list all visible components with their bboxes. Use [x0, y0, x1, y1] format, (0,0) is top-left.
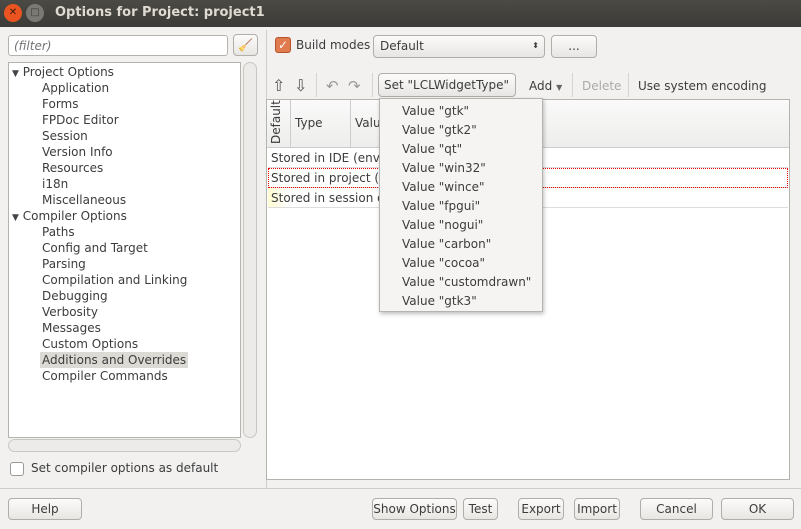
options-tree[interactable]: ▼ Project Options Application Forms FPDoc E…	[8, 62, 241, 438]
tree-item[interactable]: Custom Options	[40, 336, 140, 352]
redo-icon[interactable]: ↷	[348, 76, 361, 96]
move-up-icon[interactable]: ⇧	[272, 76, 285, 96]
tree-item[interactable]: i18n	[40, 176, 70, 192]
export-button[interactable]: Export	[518, 498, 564, 520]
import-button[interactable]: Import	[574, 498, 620, 520]
tree-item[interactable]: Additions and Overrides	[40, 352, 189, 368]
build-mode-value: Default	[380, 39, 424, 53]
tree-item[interactable]: Forms	[40, 96, 80, 112]
menu-item[interactable]: Value "customdrawn"	[402, 273, 531, 292]
tree-item[interactable]: Verbosity	[40, 304, 100, 320]
menu-item[interactable]: Value "nogui"	[402, 216, 483, 235]
tree-horizontal-scrollbar[interactable]	[8, 439, 241, 452]
footer-divider	[0, 488, 801, 489]
build-mode-select[interactable]: Default ⬍	[373, 35, 545, 58]
set-default-label: Set compiler options as default	[31, 461, 219, 475]
set-default-checkbox[interactable]	[10, 462, 24, 476]
tree-item[interactable]: Session	[40, 128, 90, 144]
tree-item[interactable]: Application	[40, 80, 111, 96]
tree-item[interactable]: FPDoc Editor	[40, 112, 121, 128]
tree-group[interactable]: ▼ Project Options	[12, 64, 114, 80]
delete-button[interactable]: Delete	[582, 76, 621, 96]
broom-icon: 🧹	[238, 38, 253, 52]
build-modes-more-button[interactable]: ...	[551, 35, 597, 58]
clear-filter-button[interactable]: 🧹	[233, 34, 258, 56]
tree-vertical-scrollbar[interactable]	[243, 62, 257, 438]
tree-item[interactable]: Parsing	[40, 256, 88, 272]
menu-item[interactable]: Value "carbon"	[402, 235, 491, 254]
menu-item[interactable]: Value "gtk2"	[402, 121, 477, 140]
menu-item[interactable]: Value "win32"	[402, 159, 486, 178]
toolbar-separator	[628, 73, 629, 97]
menu-item[interactable]: Value "gtk"	[402, 102, 469, 121]
tree-item[interactable]: Debugging	[40, 288, 110, 304]
close-icon[interactable]: ✕	[4, 4, 22, 22]
toolbar-separator	[372, 73, 373, 97]
tree-item[interactable]: Compilation and Linking	[40, 272, 189, 288]
toolbar-separator	[572, 73, 573, 97]
cancel-button[interactable]: Cancel	[640, 498, 713, 520]
expand-triangle-icon[interactable]: ▼	[12, 69, 19, 79]
undo-icon[interactable]: ↶	[326, 76, 339, 96]
build-modes-label: Build modes	[296, 38, 371, 52]
set-define-menu: Value "gtk" Value "gtk2" Value "qt" Value "…	[379, 98, 543, 312]
maximize-icon[interactable]: □	[26, 4, 44, 22]
tree-item[interactable]: Resources	[40, 160, 105, 176]
menu-item[interactable]: Value "fpgui"	[402, 197, 480, 216]
expand-triangle-icon[interactable]: ▼	[12, 213, 19, 223]
menu-item[interactable]: Value "cocoa"	[402, 254, 485, 273]
tree-group-label: Project Options	[22, 65, 114, 79]
window-title: Options for Project: project1	[55, 5, 265, 20]
tree-item[interactable]: Miscellaneous	[40, 192, 128, 208]
tree-item[interactable]: Compiler Commands	[40, 368, 170, 384]
dropdown-arrow-icon: ▼	[556, 83, 563, 92]
header-default[interactable]: Default	[267, 100, 291, 148]
ok-button[interactable]: OK	[721, 498, 794, 520]
menu-item[interactable]: Value "gtk3"	[402, 292, 477, 311]
tree-item[interactable]: Paths	[40, 224, 77, 240]
menu-item[interactable]: Value "qt"	[402, 140, 462, 159]
move-down-icon[interactable]: ⇩	[294, 76, 307, 96]
add-label: Add	[529, 79, 553, 93]
menu-item[interactable]: Value "wince"	[402, 178, 485, 197]
help-button[interactable]: Help	[8, 498, 82, 520]
test-button[interactable]: Test	[463, 498, 498, 520]
tree-group-label: Compiler Options	[22, 209, 127, 223]
set-define-button[interactable]: Set "LCLWidgetType" ▼	[378, 73, 516, 113]
toolbar-separator	[316, 73, 317, 97]
tree-item[interactable]: Config and Target	[40, 240, 150, 256]
header-default-label: Default	[269, 100, 283, 144]
show-options-button[interactable]: Show Options	[372, 498, 457, 520]
set-define-label: Set "LCLWidgetType"	[384, 78, 510, 92]
build-modes-checkbox[interactable]: ✓	[275, 37, 291, 53]
filter-input[interactable]	[8, 35, 228, 56]
use-system-encoding-button[interactable]: Use system encoding	[638, 76, 767, 96]
tree-item[interactable]: Version Info	[40, 144, 115, 160]
tree-item[interactable]: Messages	[40, 320, 103, 336]
title-bar: ✕ □ Options for Project: project1	[0, 0, 801, 27]
updown-icon: ⬍	[532, 41, 539, 50]
header-type[interactable]: Type	[291, 100, 351, 148]
add-button[interactable]: Add ▼	[529, 76, 562, 96]
tree-group[interactable]: ▼ Compiler Options	[12, 208, 127, 224]
